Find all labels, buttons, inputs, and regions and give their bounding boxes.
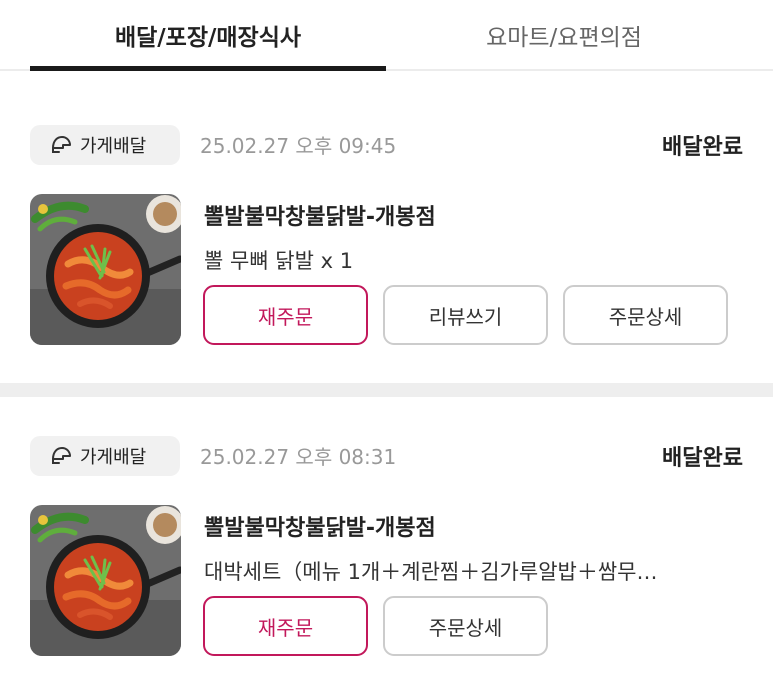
order-detail-button[interactable]: 주문상세 — [383, 596, 548, 656]
section-divider — [0, 383, 773, 397]
order-status: 배달완료 — [662, 135, 743, 160]
delivery-type-badge: 가게배달 — [30, 125, 180, 165]
reorder-button[interactable]: 재주문 — [203, 285, 368, 345]
delivery-type-label: 가게배달 — [80, 447, 147, 468]
delivery-type-label: 가게배달 — [80, 136, 147, 157]
order-detail-button[interactable]: 주문상세 — [563, 285, 728, 345]
order-datetime: 25.02.27 오후 08:31 — [200, 445, 397, 469]
order-datetime: 25.02.27 오후 09:45 — [200, 134, 397, 158]
reorder-button[interactable]: 재주문 — [203, 596, 368, 656]
tab-delivery-pickup-dinein[interactable]: 배달/포장/매장식사 — [30, 0, 386, 69]
write-review-button[interactable]: 리뷰쓰기 — [383, 285, 548, 345]
store-name[interactable]: 뽈발불막창불닭발-개봉점 — [204, 510, 436, 542]
food-thumbnail[interactable] — [30, 505, 181, 656]
active-tab-indicator — [30, 66, 386, 71]
scooter-helmet-icon — [52, 136, 71, 153]
scooter-helmet-icon — [52, 447, 71, 464]
order-menu-summary: 뽈 무뼈 닭발 x 1 — [204, 249, 354, 273]
tab-bar: 배달/포장/매장식사 요마트/요편의점 — [0, 0, 773, 71]
order-card: 가게배달 25.02.27 오후 08:31 배달완료 뽈발불막창불닭발-개봉점… — [0, 418, 773, 663]
order-card: 가게배달 25.02.27 오후 09:45 배달완료 뽈발불막창불닭발-개봉점… — [0, 107, 773, 352]
order-menu-summary: 대박세트（메뉴 1개＋계란찜＋김가루알밥＋쌈무… — [204, 560, 658, 584]
order-status: 배달완료 — [662, 446, 743, 471]
tab-yomart-convenience[interactable]: 요마트/요편의점 — [386, 0, 742, 69]
food-thumbnail[interactable] — [30, 194, 181, 345]
delivery-type-badge: 가게배달 — [30, 436, 180, 476]
store-name[interactable]: 뽈발불막창불닭발-개봉점 — [204, 199, 436, 231]
